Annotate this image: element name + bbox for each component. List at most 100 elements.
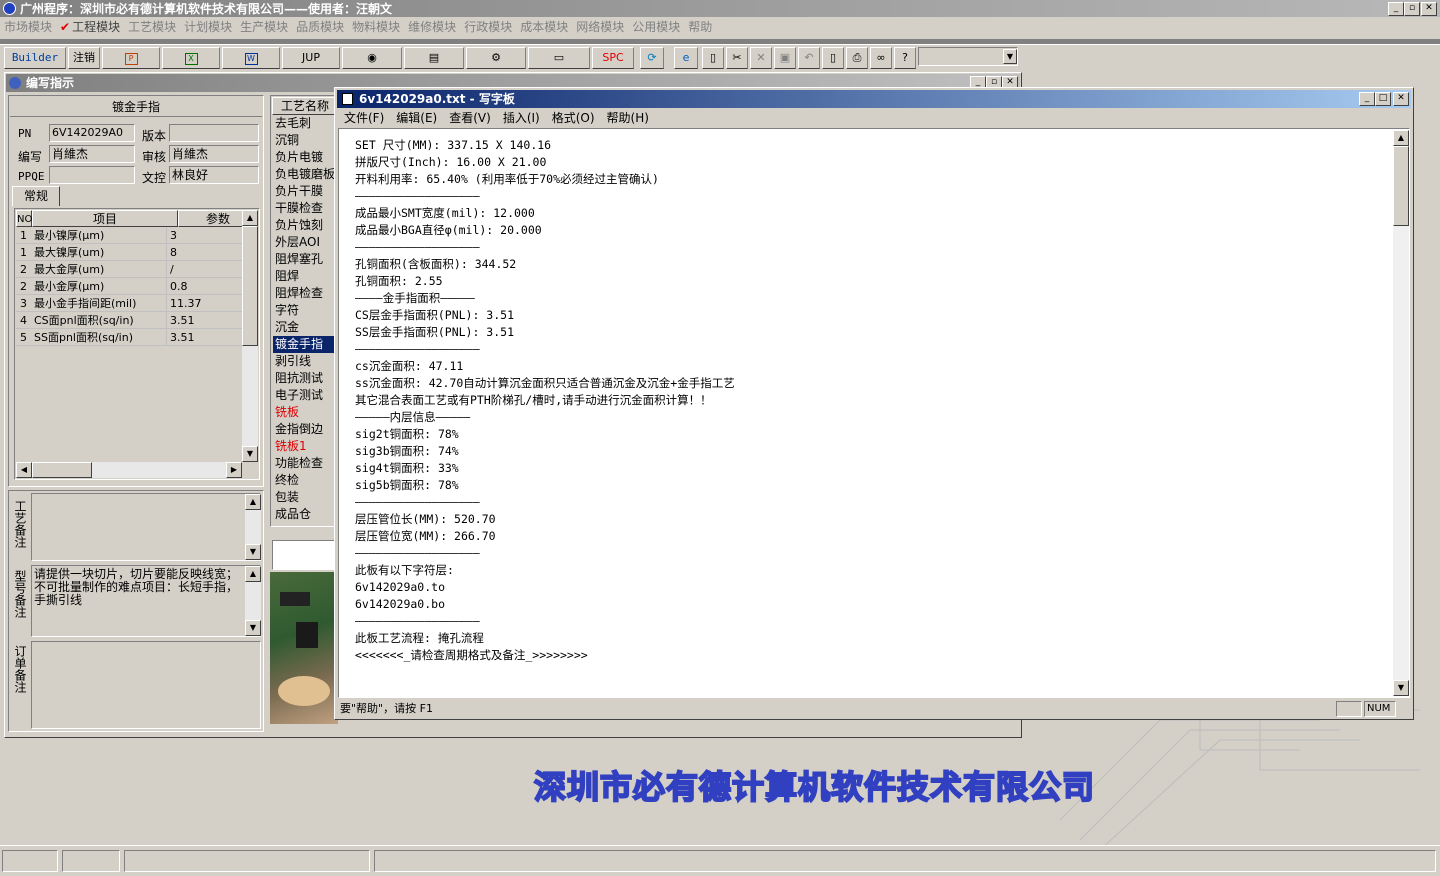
writer-field[interactable]: 肖維杰 bbox=[49, 145, 135, 163]
new-button[interactable]: ▯ bbox=[702, 47, 724, 69]
process-item[interactable]: 负电镀磨板 bbox=[273, 166, 335, 183]
menu-item-0[interactable]: 市场模块 bbox=[4, 17, 52, 37]
grid-header-item[interactable]: 项目 bbox=[32, 210, 178, 227]
minimize-button[interactable]: _ bbox=[1388, 2, 1404, 16]
grid-scroll-left-icon[interactable]: ◀ bbox=[16, 462, 32, 478]
grid-scroll-up-icon[interactable]: ▲ bbox=[242, 210, 258, 226]
ie-button[interactable]: e bbox=[674, 47, 698, 69]
builder-button[interactable]: Builder bbox=[4, 47, 66, 69]
process-item[interactable]: 阻焊 bbox=[273, 268, 335, 285]
menu-item-11[interactable]: 公用模块 bbox=[632, 17, 680, 37]
menu-item-2[interactable]: 工艺模块 bbox=[128, 17, 176, 37]
process-item[interactable]: 负片干膜 bbox=[273, 183, 335, 200]
spc-button[interactable]: SPC bbox=[592, 47, 634, 69]
cut-button[interactable]: ✂ bbox=[726, 47, 748, 69]
process-item[interactable]: 镀金手指 bbox=[273, 336, 335, 353]
restore-button[interactable]: ▫ bbox=[1404, 2, 1420, 16]
find-button[interactable]: ∞ bbox=[870, 47, 892, 69]
menu-item-8[interactable]: 行政模块 bbox=[464, 17, 512, 37]
computer-button[interactable]: ▭ bbox=[528, 47, 590, 69]
table-row[interactable]: 5 SS面pnl面积(sq/in) 3.51 bbox=[16, 329, 244, 346]
wordpad-menu-item-5[interactable]: 帮助(H) bbox=[607, 111, 649, 125]
grid-scroll-hthumb[interactable] bbox=[32, 462, 92, 478]
process-item[interactable]: 沉金 bbox=[273, 319, 335, 336]
order-note-field[interactable] bbox=[31, 641, 261, 729]
menu-item-10[interactable]: 网络模块 bbox=[576, 17, 624, 37]
chevron-down-icon[interactable]: ▼ bbox=[1003, 49, 1017, 64]
table-row[interactable]: 2 最大金厚(um) / bbox=[16, 261, 244, 278]
menu-item-5[interactable]: 品质模块 bbox=[296, 17, 344, 37]
process-note-up-icon[interactable]: ▲ bbox=[245, 494, 261, 510]
tab-general[interactable]: 常规 bbox=[12, 186, 60, 206]
process-item[interactable]: 功能检查 bbox=[273, 455, 335, 472]
process-item[interactable]: 终检 bbox=[273, 472, 335, 489]
excel-button[interactable]: X bbox=[162, 47, 220, 69]
print-button[interactable]: ⎙ bbox=[846, 47, 868, 69]
process-item[interactable]: 铣板1 bbox=[273, 438, 335, 455]
process-item[interactable]: 金指倒边 bbox=[273, 421, 335, 438]
table-row[interactable]: 3 最小金手指间距(mil) 11.37 bbox=[16, 295, 244, 312]
process-item[interactable]: 阻抗测试 bbox=[273, 370, 335, 387]
review-field[interactable]: 肖維杰 bbox=[169, 145, 259, 163]
process-item[interactable]: 去毛刺 bbox=[273, 115, 335, 132]
process-item[interactable]: 外层AOI bbox=[273, 234, 335, 251]
wordpad-scroll-down-icon[interactable]: ▼ bbox=[1393, 680, 1409, 696]
wordpad-menu-item-2[interactable]: 查看(V) bbox=[449, 111, 491, 125]
close-button[interactable]: ✕ bbox=[1421, 2, 1437, 16]
undo-button[interactable]: ↶ bbox=[798, 47, 820, 69]
version-field[interactable] bbox=[169, 124, 259, 142]
word-button[interactable]: W bbox=[222, 47, 280, 69]
table-row[interactable]: 1 最大镍厚(um) 8 bbox=[16, 244, 244, 261]
menu-item-4[interactable]: 生产模块 bbox=[240, 17, 288, 37]
grid-scroll-right-icon[interactable]: ▶ bbox=[226, 462, 242, 478]
process-note-field[interactable] bbox=[31, 493, 261, 561]
wordpad-menu-item-4[interactable]: 格式(O) bbox=[552, 111, 595, 125]
process-item[interactable]: 沉铜 bbox=[273, 132, 335, 149]
help-button[interactable]: ? bbox=[894, 47, 916, 69]
process-item[interactable]: 负片蚀刻 bbox=[273, 217, 335, 234]
menu-item-7[interactable]: 维修模块 bbox=[408, 17, 456, 37]
menu-item-1[interactable]: 工程模块 bbox=[72, 17, 120, 37]
wordpad-maximize-button[interactable]: □ bbox=[1375, 92, 1391, 106]
process-list-header[interactable]: 工艺名称 bbox=[272, 97, 338, 115]
process-item[interactable]: 干膜检查 bbox=[273, 200, 335, 217]
save-button[interactable]: ▣ bbox=[774, 47, 796, 69]
jup-button[interactable]: JUP bbox=[282, 47, 340, 69]
menu-item-6[interactable]: 物料模块 bbox=[352, 17, 400, 37]
process-note-down-icon[interactable]: ▼ bbox=[245, 544, 261, 560]
view-button[interactable]: ◉ bbox=[342, 47, 402, 69]
wordpad-menu-item-1[interactable]: 编辑(E) bbox=[396, 111, 437, 125]
menu-item-9[interactable]: 成本模块 bbox=[520, 17, 568, 37]
model-note-field[interactable]: 请提供一块切片，切片要能反映线宽；不可批量制作的难点项目：长短手指，手撕引线 bbox=[31, 565, 261, 637]
grid-scroll-thumb[interactable] bbox=[242, 226, 258, 346]
database-button[interactable]: ▤ bbox=[404, 47, 464, 69]
toolbar-combo[interactable]: ▼ bbox=[918, 47, 1018, 66]
table-row[interactable]: 1 最小镍厚(μm) 3 bbox=[16, 227, 244, 244]
process-item[interactable]: 阻焊检查 bbox=[273, 285, 335, 302]
process-item[interactable]: 电子测试 bbox=[273, 387, 335, 404]
wordpad-close-button[interactable]: ✕ bbox=[1393, 92, 1409, 106]
process-item[interactable]: 字符 bbox=[273, 302, 335, 319]
menu-item-3[interactable]: 计划模块 bbox=[184, 17, 232, 37]
preview-field[interactable] bbox=[272, 540, 338, 570]
wordpad-scroll-up-icon[interactable]: ▲ bbox=[1393, 130, 1409, 146]
process-item[interactable]: 成品仓 bbox=[273, 506, 335, 523]
logout-button[interactable]: 注销 bbox=[68, 47, 100, 69]
wordpad-document[interactable]: SET 尺寸(MM): 337.15 X 140.16 拼版尺寸(Inch): 1… bbox=[338, 128, 1410, 698]
pn-field[interactable]: 6V142029A0 bbox=[49, 124, 135, 142]
process-item[interactable]: 剥引线 bbox=[273, 353, 335, 370]
process-item[interactable]: 铣板 bbox=[273, 404, 335, 421]
preview-button[interactable]: ▯ bbox=[822, 47, 844, 69]
wordpad-menu-item-0[interactable]: 文件(F) bbox=[344, 111, 384, 125]
delete-button[interactable]: ✕ bbox=[750, 47, 772, 69]
process-item[interactable]: 包装 bbox=[273, 489, 335, 506]
wordpad-menu-item-3[interactable]: 插入(I) bbox=[503, 111, 540, 125]
doc-control-field[interactable]: 林良好 bbox=[169, 166, 259, 184]
process-item[interactable]: 负片电镀 bbox=[273, 149, 335, 166]
wordpad-scroll-thumb[interactable] bbox=[1393, 146, 1409, 226]
menu-item-12[interactable]: 帮助 bbox=[688, 17, 712, 37]
tools-button[interactable]: ⚙ bbox=[466, 47, 526, 69]
model-note-down-icon[interactable]: ▼ bbox=[245, 620, 261, 636]
refresh-button[interactable]: ⟳ bbox=[640, 47, 664, 69]
wordpad-minimize-button[interactable]: _ bbox=[1359, 92, 1375, 106]
